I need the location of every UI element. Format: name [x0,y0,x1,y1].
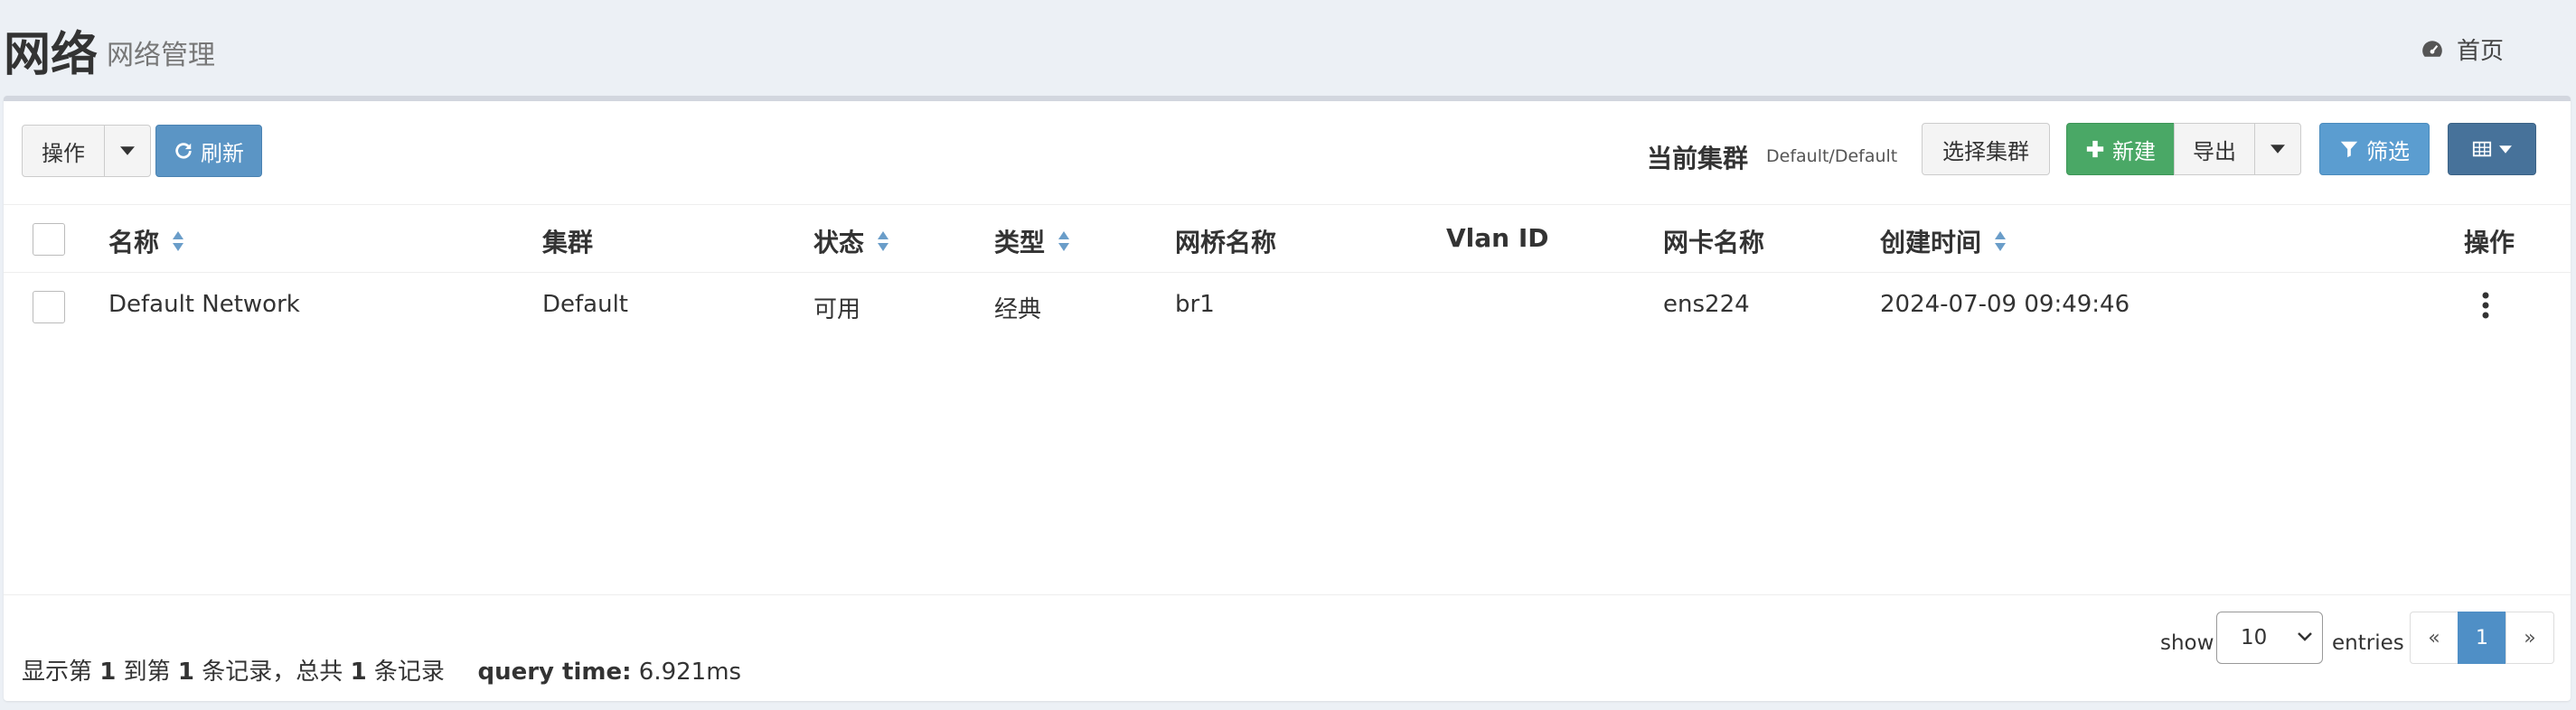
chevron-down-icon [2298,632,2312,641]
dashboard-icon [2422,40,2442,57]
select-all-checkbox[interactable] [33,223,65,256]
refresh-button[interactable]: 刷新 [155,125,262,177]
prev-page-button[interactable]: « [2410,612,2458,664]
summary-to: 1 [177,659,195,686]
column-label: 网卡名称 [1663,228,1765,257]
cell-nic: ens224 [1663,291,1750,318]
query-time-value: 6.921ms [638,659,742,686]
column-header-bridge: 网桥名称 [1175,223,1276,259]
plus-icon [2086,140,2104,158]
column-header-cluster: 集群 [542,223,593,259]
column-label: Vlan ID [1446,223,1549,253]
column-header-created[interactable]: 创建时间 [1880,223,2007,259]
cell-status: 可用 [813,296,861,323]
home-label: 首页 [2456,38,2504,65]
column-header-status[interactable]: 状态 [813,223,889,259]
summary-text: 显示第 [22,659,93,686]
summary-total: 1 [350,659,367,686]
columns-toggle-button[interactable] [2448,123,2536,175]
actions-label: 操作 [42,140,85,166]
column-label: 操作 [2464,228,2515,257]
current-cluster-value: Default/Default [1766,146,1898,166]
column-header-type[interactable]: 类型 [994,223,1070,259]
table-header: 名称 集群 状态 类型 网桥名称 Vlan ID 网卡名称 创建时间 操作 [4,204,2571,273]
caret-down-icon [2499,145,2512,154]
cell-created: 2024-07-09 09:49:46 [1880,291,2130,318]
row-checkbox[interactable] [33,291,65,323]
column-label: 创建时间 [1880,228,1982,257]
table-footer: 显示第 1 到第 1 条记录，总共 1 条记录 query time: 6.92… [4,594,2571,706]
column-label: 名称 [108,228,160,257]
refresh-icon [175,143,192,159]
entries-label: entries [2332,631,2404,655]
cell-name[interactable]: Default Network [108,291,300,318]
more-options-icon[interactable] [2480,289,2491,322]
page-1-button[interactable]: 1 [2458,612,2506,664]
column-header-nic: 网卡名称 [1663,223,1764,259]
page-size-value: 10 [2241,626,2268,649]
export-button[interactable]: 导出 [2174,123,2255,175]
cell-bridge: br1 [1175,291,1215,318]
export-dropdown-button[interactable] [2254,123,2301,175]
home-link[interactable]: 首页 [2421,33,2504,66]
current-cluster-label: 当前集群 [1647,144,1749,173]
sort-icon [173,231,184,251]
sort-icon [878,231,889,251]
table-icon [2472,141,2492,157]
caret-down-icon [120,146,135,155]
filter-button[interactable]: 筛选 [2319,123,2430,175]
cell-type: 经典 [994,296,1042,323]
summary-text: 条记录，总共 [202,659,343,686]
next-page-button[interactable]: » [2505,612,2554,664]
column-label: 网桥名称 [1175,228,1277,257]
summary-from: 1 [99,659,117,686]
column-label: 类型 [994,228,1046,257]
page-header: 网络 网络管理 首页 [0,0,2576,96]
refresh-label: 刷新 [201,140,244,166]
query-time-label: query time: [477,659,632,686]
export-label: 导出 [2193,138,2236,164]
pagination-summary: 显示第 1 到第 1 条记录，总共 1 条记录 query time: 6.92… [22,653,741,687]
filter-icon [2340,141,2358,158]
network-panel: 操作 刷新 当前集群 Default/Default 选择集群 新建 导出 筛选… [4,96,2571,701]
sort-icon [1058,231,1070,251]
table-row[interactable]: Default Network Default 可用 经典 br1 ens224… [4,273,2571,341]
new-label: 新建 [2112,138,2156,164]
summary-text: 到第 [123,659,171,686]
show-label: show [2160,631,2214,655]
sort-icon [1995,231,2007,251]
cell-cluster: Default [542,291,628,318]
filter-label: 筛选 [2366,138,2410,164]
select-cluster-label: 选择集群 [1942,138,2029,164]
column-label: 集群 [542,228,594,257]
select-cluster-button[interactable]: 选择集群 [1922,123,2050,175]
column-header-vlan: Vlan ID [1446,223,1549,253]
summary-text: 条记录 [373,659,445,686]
actions-dropdown-button[interactable] [104,125,151,177]
new-button[interactable]: 新建 [2066,123,2175,175]
page-subtitle: 网络管理 [107,40,215,71]
page-title: 网络 [4,28,99,82]
column-header-actions: 操作 [2464,223,2515,259]
column-label: 状态 [813,228,865,257]
column-header-name[interactable]: 名称 [108,223,184,259]
page-size-select[interactable]: 10 [2216,612,2323,664]
actions-button[interactable]: 操作 [22,125,105,177]
caret-down-icon [2270,145,2285,154]
